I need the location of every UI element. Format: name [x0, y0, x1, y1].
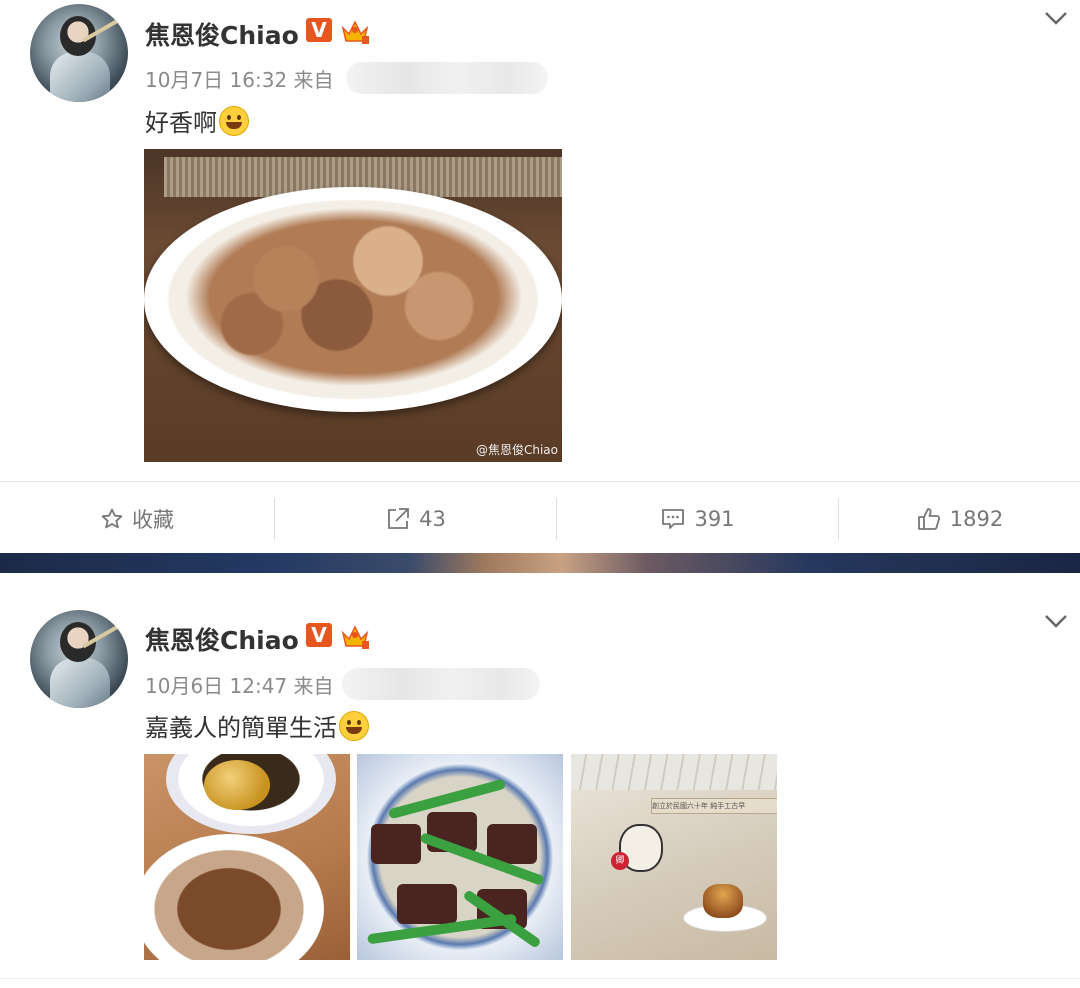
author-avatar[interactable] [30, 610, 128, 708]
verified-badge: V [306, 18, 332, 42]
share-icon [388, 508, 410, 529]
crown-icon [341, 625, 369, 649]
favorite-label: 收藏 [132, 508, 174, 532]
post-text-content: 嘉義人的簡單生活 [145, 714, 337, 742]
post-meta: 10月7日 16:32 来自 [145, 64, 334, 93]
image-watermark: @焦恩俊Chiao [475, 443, 558, 457]
comment-count: 391 [694, 507, 735, 531]
author-name[interactable]: 焦恩俊Chiao [145, 16, 299, 52]
author-name[interactable]: 焦恩俊Chiao [145, 621, 299, 657]
emoji-smile-icon [339, 711, 369, 741]
like-count: 1892 [949, 507, 1004, 531]
crown-icon [341, 20, 369, 44]
post-text: 嘉義人的簡單生活 [145, 708, 369, 743]
chevron-down-icon[interactable] [1044, 10, 1068, 26]
post-1: 焦恩俊Chiao V 10月7日 16:32 来自 好香啊 @焦恩俊Chiao … [0, 0, 1080, 553]
comment-button[interactable]: 391 [557, 482, 838, 556]
thumb-sign-text: 創立於民國六十年 純手工古早 [651, 798, 777, 814]
post-source-prefix: 来自 [293, 674, 334, 698]
post-image-thumb-2[interactable] [357, 754, 563, 960]
thumb-stamp: 卿 [611, 852, 629, 870]
post-image[interactable]: @焦恩俊Chiao [144, 149, 562, 462]
post-source-prefix: 来自 [293, 68, 334, 92]
repost-button[interactable]: 43 [275, 482, 556, 556]
favorite-button[interactable]: 收藏 [0, 482, 274, 556]
thumbs-up-icon [917, 508, 940, 530]
post-image-thumb-3[interactable]: 創立於民國六十年 純手工古早 卿 [571, 754, 777, 960]
star-icon [101, 508, 123, 529]
post-text-content: 好香啊 [145, 109, 217, 137]
action-bar: 收藏 43 391 1892 [0, 481, 1080, 556]
post-image-thumb-1[interactable] [144, 754, 350, 960]
repost-count: 43 [419, 507, 446, 531]
post-meta: 10月6日 12:47 来自 [145, 670, 334, 699]
author-avatar[interactable] [30, 4, 128, 102]
post-time[interactable]: 10月7日 16:32 [145, 68, 287, 92]
post-text: 好香啊 [145, 103, 249, 138]
like-button[interactable]: 1892 [839, 482, 1080, 556]
section-separator-banner [0, 553, 1080, 573]
emoji-grin-icon [219, 106, 249, 136]
source-blurred [346, 62, 548, 94]
post-divider [0, 978, 1080, 979]
source-blurred [342, 668, 540, 700]
verified-badge: V [306, 623, 332, 647]
chevron-down-icon[interactable] [1044, 613, 1068, 629]
comment-icon [662, 509, 685, 529]
post-time[interactable]: 10月6日 12:47 [145, 674, 287, 698]
